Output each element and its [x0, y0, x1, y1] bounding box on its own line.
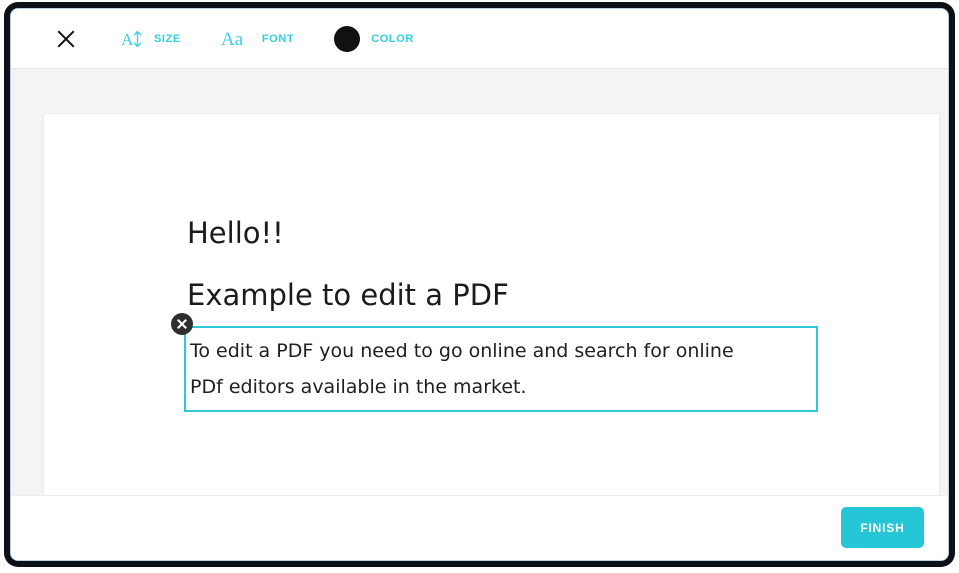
app-window-frame: A SIZE Aa FONT COLOR Hello!! Example to …	[4, 2, 955, 567]
pdf-page[interactable]: Hello!! Example to edit a PDF To edit a …	[44, 114, 939, 496]
selected-text-box[interactable]: To edit a PDF you need to go online and …	[171, 313, 818, 412]
svg-text:A: A	[121, 30, 134, 49]
app-window: A SIZE Aa FONT COLOR Hello!! Example to …	[10, 8, 949, 561]
text-color-label: COLOR	[371, 32, 414, 45]
text-box-line: To edit a PDF you need to go online and …	[190, 340, 734, 362]
color-swatch-icon	[334, 25, 361, 52]
text-size-tool[interactable]: A SIZE	[121, 28, 181, 50]
pdf-heading-secondary: Example to edit a PDF	[187, 278, 509, 312]
editor-workspace: Hello!! Example to edit a PDF To edit a …	[11, 69, 948, 496]
delete-text-box-button[interactable]	[171, 313, 193, 335]
text-size-icon: A	[121, 28, 143, 50]
text-size-label: SIZE	[154, 32, 181, 45]
finish-button[interactable]: FINISH	[841, 507, 924, 548]
pdf-heading-primary: Hello!!	[187, 216, 284, 250]
svg-text:Aa: Aa	[221, 29, 244, 50]
text-box-content[interactable]: To edit a PDF you need to go online and …	[190, 333, 812, 405]
editor-toolbar: A SIZE Aa FONT COLOR	[11, 9, 948, 69]
font-family-label: FONT	[261, 32, 295, 45]
text-box-line: PDf editors available in the market.	[190, 376, 527, 398]
text-color-tool[interactable]: COLOR	[334, 25, 414, 52]
font-family-tool[interactable]: Aa FONT	[221, 28, 294, 50]
close-editor-button[interactable]	[51, 24, 81, 54]
editor-footer: FINISH	[11, 495, 948, 560]
font-family-icon: Aa	[221, 28, 251, 50]
